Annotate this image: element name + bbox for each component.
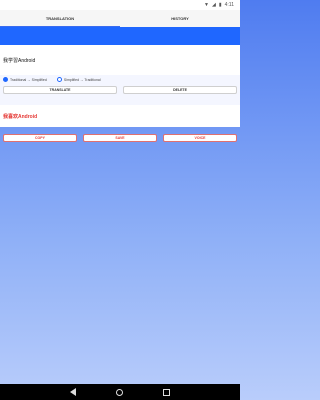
copy-button-label: COPY <box>35 136 45 140</box>
status-bar: ▼ ◢ ▮ 4:11 <box>0 0 240 10</box>
option-trad-to-simp[interactable]: Traditional → Simplified <box>3 77 47 82</box>
battery-icon: ▮ <box>218 2 222 8</box>
tab-translation-label: TRANSLATION <box>45 16 75 21</box>
home-icon[interactable] <box>116 388 123 396</box>
radio-checked-icon <box>3 77 8 82</box>
input-text: 我学習Android <box>3 58 36 64</box>
conversion-options: Traditional → Simplified Simplified → Tr… <box>3 77 101 82</box>
tab-translation[interactable]: TRANSLATION <box>0 10 120 27</box>
status-time: 4:11 <box>224 2 234 8</box>
radio-unchecked-icon <box>56 77 62 82</box>
save-button[interactable]: SAVE <box>83 134 157 142</box>
wifi-icon: ▼ <box>204 2 209 8</box>
option-trad-to-simp-label: Traditional → Simplified <box>10 77 47 82</box>
input-field[interactable] <box>0 45 240 75</box>
voice-button-label: VOICE <box>194 136 206 140</box>
tab-history[interactable]: HISTORY <box>120 10 240 27</box>
result-text: 我喜欢Android <box>3 114 38 120</box>
voice-button[interactable]: VOICE <box>163 134 237 142</box>
option-simp-to-trad[interactable]: Simplified → Traditional <box>56 77 101 82</box>
option-simp-to-trad-label: Simplified → Traditional <box>63 77 101 82</box>
translate-button-label: TRANSLATE <box>49 88 71 92</box>
tab-bar: TRANSLATION HISTORY <box>0 10 240 27</box>
save-button-label: SAVE <box>115 136 125 140</box>
system-nav-bar <box>0 384 240 400</box>
header-strip <box>0 27 240 45</box>
delete-button-label: DELETE <box>173 88 187 92</box>
copy-button[interactable]: COPY <box>3 134 77 142</box>
tab-history-label: HISTORY <box>171 16 189 21</box>
delete-button[interactable]: DELETE <box>123 86 237 94</box>
signal-icon: ◢ <box>212 2 216 8</box>
back-icon[interactable] <box>70 388 76 396</box>
recent-apps-icon[interactable] <box>163 388 170 396</box>
translate-button[interactable]: TRANSLATE <box>3 86 117 94</box>
